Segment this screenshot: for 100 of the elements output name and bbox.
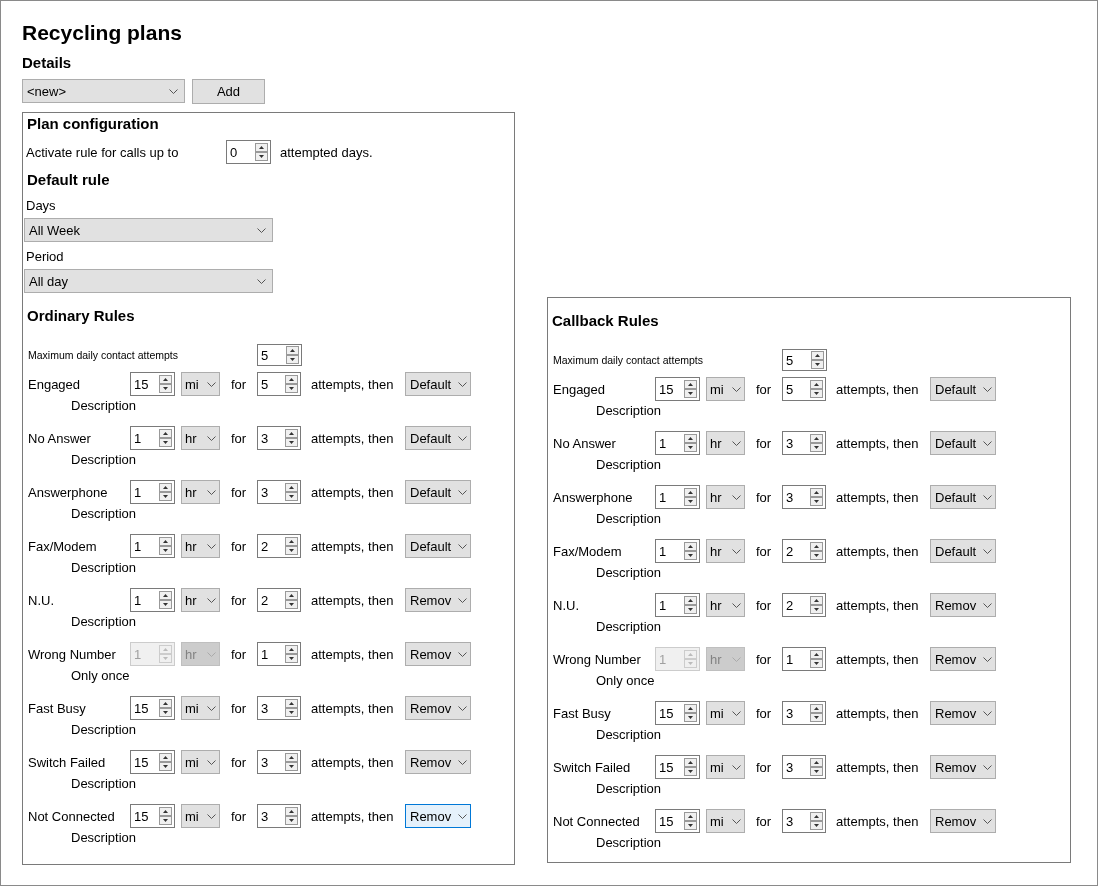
field-label: for bbox=[229, 484, 248, 500]
dropdown[interactable]: Remov bbox=[405, 804, 471, 828]
dropdown[interactable]: Default bbox=[930, 539, 996, 563]
number-spinner[interactable]: 15 bbox=[655, 755, 700, 779]
dropdown[interactable]: Remov bbox=[930, 701, 996, 725]
chevron-down-icon bbox=[732, 764, 741, 770]
number-spinner[interactable]: 15 bbox=[130, 750, 175, 774]
spin-arrows-icon bbox=[285, 753, 298, 771]
chevron-down-icon bbox=[458, 489, 467, 495]
dropdown[interactable]: Remov bbox=[930, 755, 996, 779]
dropdown[interactable]: hr bbox=[181, 534, 220, 558]
number-spinner[interactable]: 15 bbox=[655, 809, 700, 833]
number-spinner[interactable]: 3 bbox=[782, 755, 826, 779]
dropdown[interactable]: Remov bbox=[405, 750, 471, 774]
spin-arrows-icon bbox=[285, 429, 298, 447]
dropdown[interactable]: hr bbox=[181, 426, 220, 450]
number-spinner[interactable]: 3 bbox=[257, 750, 301, 774]
number-spinner[interactable]: 1 bbox=[130, 534, 175, 558]
number-spinner[interactable]: 1 bbox=[655, 485, 700, 509]
chevron-down-icon bbox=[207, 381, 216, 387]
dropdown[interactable]: Default bbox=[405, 372, 471, 396]
number-spinner[interactable]: 5 bbox=[782, 349, 827, 371]
field-label: for bbox=[229, 592, 248, 608]
number-spinner[interactable]: 1 bbox=[130, 480, 175, 504]
number-spinner[interactable]: 0 bbox=[226, 140, 271, 164]
number-spinner[interactable]: 15 bbox=[655, 377, 700, 401]
spin-arrows-icon bbox=[285, 645, 298, 663]
field-label: for bbox=[229, 646, 248, 662]
add-button[interactable]: Add bbox=[192, 79, 265, 104]
rule-description: Description bbox=[596, 780, 663, 798]
rule-label: Wrong Number bbox=[553, 651, 642, 667]
spin-arrows-icon bbox=[810, 650, 823, 668]
number-spinner[interactable]: 3 bbox=[782, 431, 826, 455]
number-spinner[interactable]: 15 bbox=[130, 804, 175, 828]
dropdown[interactable]: Default bbox=[405, 534, 471, 558]
field-label: Maximum daily contact attempts bbox=[28, 349, 179, 361]
number-spinner[interactable]: 3 bbox=[782, 701, 826, 725]
dropdown[interactable]: mi bbox=[706, 755, 745, 779]
field-label: Maximum daily contact attempts bbox=[553, 354, 704, 366]
number-spinner[interactable]: 1 bbox=[655, 539, 700, 563]
dropdown[interactable]: Remov bbox=[405, 588, 471, 612]
dropdown[interactable]: Remov bbox=[930, 593, 996, 617]
dropdown[interactable]: Default bbox=[930, 431, 996, 455]
dropdown[interactable]: <new> bbox=[22, 79, 185, 103]
spin-arrows-icon bbox=[684, 488, 697, 506]
field-label: attempts, then bbox=[311, 700, 395, 716]
number-spinner[interactable]: 1 bbox=[130, 426, 175, 450]
number-spinner[interactable]: 1 bbox=[130, 588, 175, 612]
dropdown[interactable]: Remov bbox=[405, 696, 471, 720]
number-spinner[interactable]: 3 bbox=[257, 480, 301, 504]
dropdown[interactable]: All day bbox=[24, 269, 273, 293]
chevron-down-icon bbox=[207, 489, 216, 495]
number-spinner[interactable]: 15 bbox=[655, 701, 700, 725]
field-label: attempts, then bbox=[311, 754, 395, 770]
spin-arrows-icon bbox=[285, 375, 298, 393]
dropdown[interactable]: All Week bbox=[24, 218, 273, 242]
spin-arrows-icon bbox=[810, 488, 823, 506]
number-spinner[interactable]: 3 bbox=[782, 809, 826, 833]
dropdown[interactable]: hr bbox=[706, 593, 745, 617]
rule-label: Answerphone bbox=[28, 484, 109, 500]
number-spinner[interactable]: 2 bbox=[257, 534, 301, 558]
rule-label: N.U. bbox=[28, 592, 55, 608]
dropdown[interactable]: Default bbox=[930, 485, 996, 509]
number-spinner[interactable]: 2 bbox=[257, 588, 301, 612]
number-spinner[interactable]: 5 bbox=[257, 372, 301, 396]
number-spinner[interactable]: 1 bbox=[655, 431, 700, 455]
number-spinner[interactable]: 2 bbox=[782, 593, 826, 617]
spin-arrows-icon bbox=[159, 591, 172, 609]
field-label: for bbox=[229, 538, 248, 554]
dropdown[interactable]: Default bbox=[405, 480, 471, 504]
field-label: Days bbox=[26, 198, 57, 215]
dropdown[interactable]: hr bbox=[181, 480, 220, 504]
rule-label: Switch Failed bbox=[28, 754, 107, 770]
rule-description: Description bbox=[596, 834, 663, 852]
dropdown[interactable]: mi bbox=[181, 804, 220, 828]
dropdown[interactable]: mi bbox=[181, 750, 220, 774]
dropdown[interactable]: mi bbox=[706, 377, 745, 401]
number-spinner[interactable]: 15 bbox=[130, 372, 175, 396]
number-spinner[interactable]: 1 bbox=[655, 593, 700, 617]
dropdown[interactable]: mi bbox=[706, 809, 745, 833]
dropdown[interactable]: hr bbox=[181, 588, 220, 612]
dropdown[interactable]: hr bbox=[706, 431, 745, 455]
dropdown[interactable]: Default bbox=[930, 377, 996, 401]
dropdown[interactable]: hr bbox=[706, 539, 745, 563]
number-spinner[interactable]: 15 bbox=[130, 696, 175, 720]
number-spinner[interactable]: 3 bbox=[257, 696, 301, 720]
dropdown[interactable]: mi bbox=[706, 701, 745, 725]
chevron-down-icon bbox=[169, 88, 178, 94]
number-spinner[interactable]: 5 bbox=[257, 344, 302, 366]
dropdown[interactable]: Remov bbox=[930, 809, 996, 833]
number-spinner[interactable]: 3 bbox=[257, 426, 301, 450]
number-spinner[interactable]: 3 bbox=[257, 804, 301, 828]
dropdown[interactable]: mi bbox=[181, 696, 220, 720]
number-spinner[interactable]: 2 bbox=[782, 539, 826, 563]
dropdown[interactable]: hr bbox=[706, 485, 745, 509]
number-spinner[interactable]: 5 bbox=[782, 377, 826, 401]
number-spinner[interactable]: 3 bbox=[782, 485, 826, 509]
spin-arrows-icon bbox=[684, 650, 697, 668]
dropdown[interactable]: Default bbox=[405, 426, 471, 450]
dropdown[interactable]: mi bbox=[181, 372, 220, 396]
